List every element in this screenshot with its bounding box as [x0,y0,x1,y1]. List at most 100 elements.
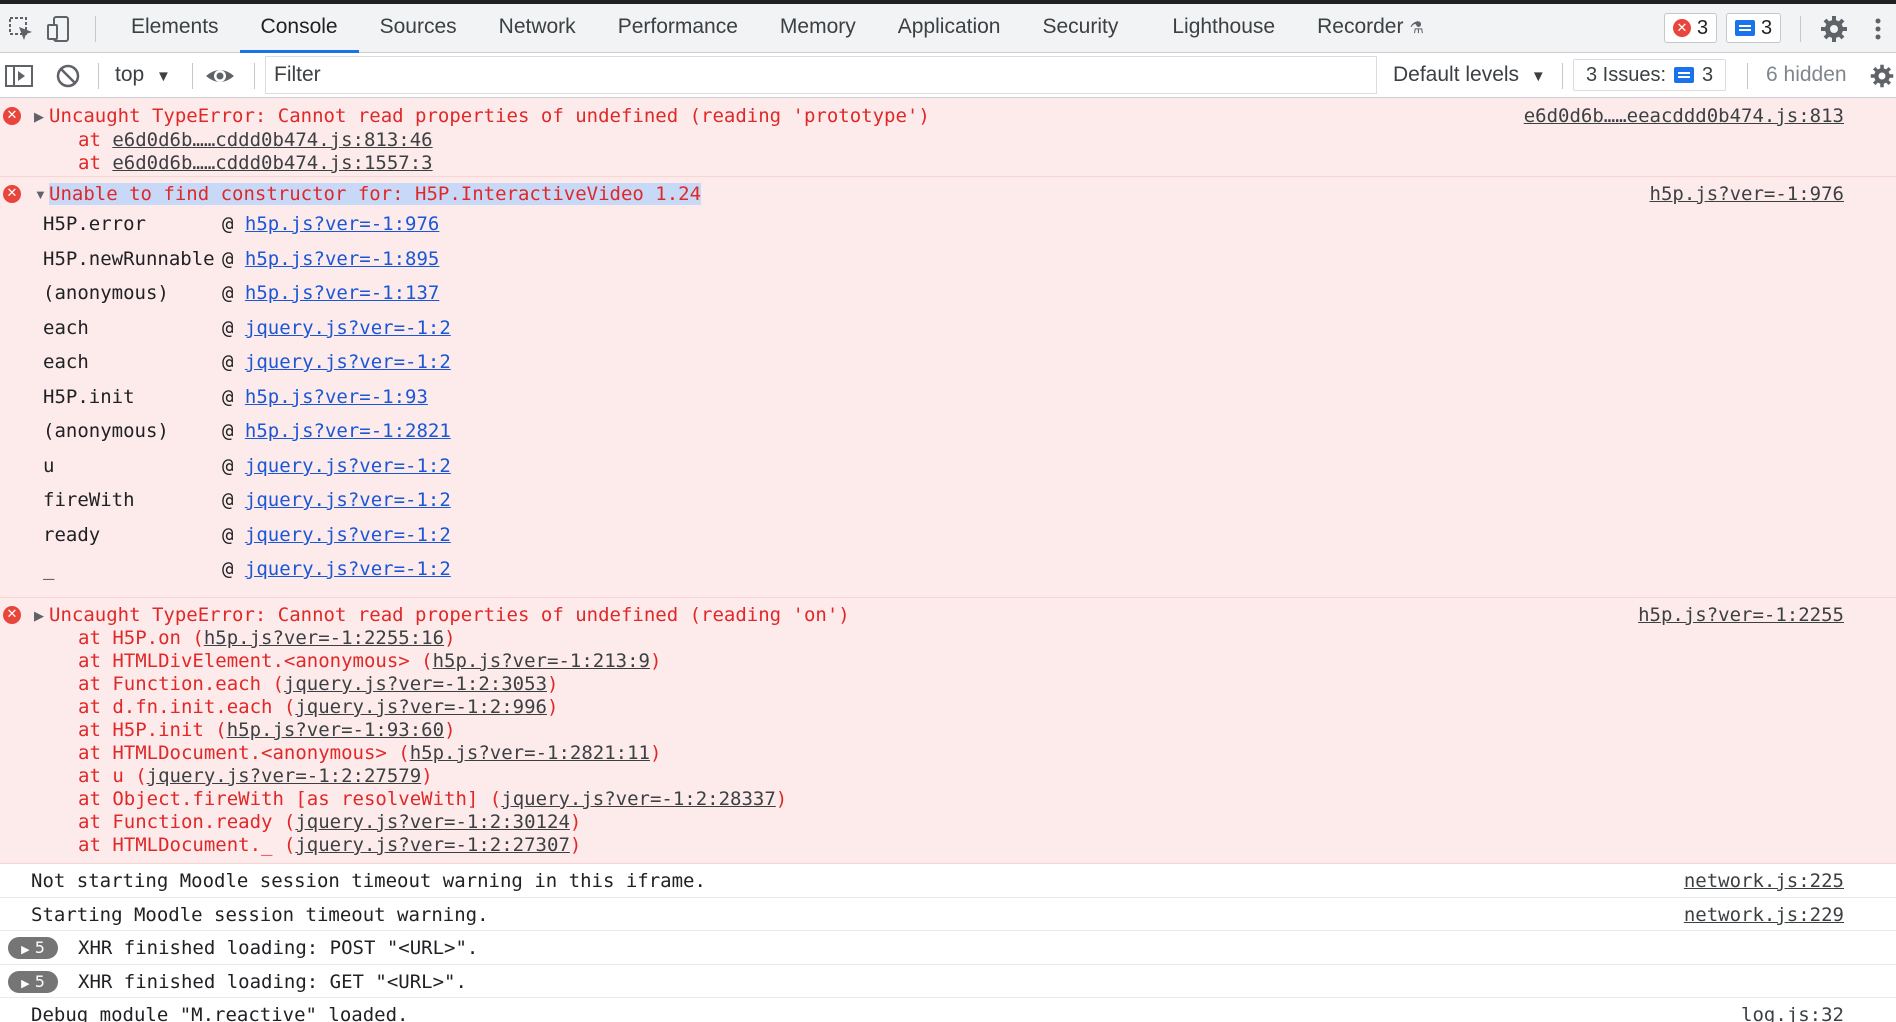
stack-function: u [43,455,55,477]
console-log-message[interactable]: Not starting Moodle session timeout warn… [0,864,1896,898]
stack-prefix: at [78,129,113,151]
tab-network[interactable]: Network [478,4,597,53]
console-error-message[interactable]: ✕ ▼ Unable to find constructor for: H5P.… [0,177,1896,598]
stack-line: at e6d0d6b……cddd0b474.js:813:46 [78,129,433,151]
source-link[interactable]: network.js:229 [1684,904,1844,926]
tab-memory[interactable]: Memory [759,4,877,53]
stack-link[interactable]: e6d0d6b……cddd0b474.js:1557:3 [112,152,432,174]
stack-link[interactable]: jquery.js?ver=-1:2 [245,558,451,580]
console-log-message[interactable]: Starting Moodle session timeout warning.… [0,898,1896,931]
stack-line: at d.fn.init.each (jquery.js?ver=-1:2:99… [78,696,558,718]
error-icon: ✕ [3,185,21,203]
stack-link[interactable]: h5p.js?ver=-1:2821 [245,420,451,442]
device-toolbar-icon[interactable] [45,14,75,44]
source-link[interactable]: network.js:225 [1684,870,1844,892]
log-levels-dropdown[interactable]: Default levels ▼ [1393,53,1546,97]
sidebar-toggle-icon[interactable] [4,61,34,91]
console-log-message[interactable]: ▶ 5 XHR finished loading: POST "<URL>". [0,931,1896,965]
stack-link[interactable]: jquery.js?ver=-1:2:27579 [147,765,422,787]
stack-location: @ h5p.js?ver=-1:2821 [222,420,451,442]
stack-prefix: at d.fn.init.each ( [78,696,296,718]
tab-console[interactable]: Console [239,4,359,53]
expand-triangle-icon: ▶ [21,943,30,956]
repeat-count-badge[interactable]: ▶ 5 [8,937,58,959]
stack-link[interactable]: h5p.js?ver=-1:137 [245,282,439,304]
console-settings-gear-icon[interactable] [1869,61,1895,91]
tab-lighthouse[interactable]: Lighthouse [1151,4,1296,53]
stack-prefix: at HTMLDocument.<anonymous> ( [78,742,410,764]
source-link[interactable]: e6d0d6b……eeacddd0b474.js:813 [1524,105,1844,127]
filter-input[interactable] [265,56,1377,94]
stack-location: @ jquery.js?ver=-1:2 [222,524,451,546]
tab-sources[interactable]: Sources [359,4,478,53]
divider [1562,63,1563,89]
console-error-message[interactable]: ✕ ▶ Uncaught TypeError: Cannot read prop… [0,598,1896,864]
source-link[interactable]: log.js:32 [1741,1004,1844,1022]
divider [192,63,193,89]
console-log-message[interactable]: ▶ 5 XHR finished loading: GET "<URL>". [0,965,1896,998]
more-options-icon[interactable] [1868,14,1888,44]
issues-button[interactable]: 3 Issues: 3 [1573,59,1727,91]
stack-link[interactable]: h5p.js?ver=-1:2255:16 [204,627,444,649]
stack-link[interactable]: h5p.js?ver=-1:93 [245,386,428,408]
panel-tabs: Elements Console Sources Network Perform… [110,4,1445,53]
stack-link[interactable]: h5p.js?ver=-1:93:60 [227,719,444,741]
tab-application[interactable]: Application [877,4,1022,53]
stack-function: H5P.error [43,213,146,235]
error-count-badge[interactable]: ✕ 3 [1664,13,1718,43]
console-log-message[interactable]: Debug module "M.reactive" loaded. log.js… [0,998,1896,1022]
source-link[interactable]: h5p.js?ver=-1:976 [1650,183,1844,205]
log-text: Not starting Moodle session timeout warn… [31,870,706,892]
repeat-count-badge[interactable]: ▶ 5 [8,971,58,993]
stack-link[interactable]: jquery.js?ver=-1:2 [245,317,451,339]
stack-function: _ [43,558,55,580]
stack-link[interactable]: jquery.js?ver=-1:2:996 [295,696,547,718]
expand-triangle-icon[interactable]: ▶ [34,608,44,624]
clear-console-icon[interactable] [53,61,83,91]
source-link[interactable]: h5p.js?ver=-1:2255 [1638,604,1844,626]
collapse-triangle-icon[interactable]: ▼ [34,187,47,202]
message-count-badge[interactable]: 3 [1726,13,1782,43]
stack-link[interactable]: jquery.js?ver=-1:2 [245,524,451,546]
stack-link[interactable]: h5p.js?ver=-1:2821:11 [410,742,650,764]
tab-recorder-label: Recorder [1317,15,1404,38]
stack-link[interactable]: e6d0d6b……cddd0b474.js:813:46 [112,129,432,151]
repeat-count: 5 [34,972,45,991]
tab-security[interactable]: Security [1021,4,1151,53]
stack-link[interactable]: jquery.js?ver=-1:2:27307 [295,834,570,856]
stack-link[interactable]: jquery.js?ver=-1:2 [245,455,451,477]
inspect-element-icon[interactable] [6,14,36,44]
eye-icon[interactable] [204,61,236,91]
console-error-message[interactable]: ✕ ▶ Uncaught TypeError: Cannot read prop… [0,98,1896,177]
log-text: XHR finished loading: GET "<URL>". [78,971,467,993]
stack-link[interactable]: jquery.js?ver=-1:2 [245,351,451,373]
tab-recorder[interactable]: Recorder ⚗ [1296,4,1445,53]
expand-triangle-icon[interactable]: ▶ [34,109,44,125]
divider [254,63,255,89]
selected-text: Unable to find constructor for: H5P.Inte… [49,183,702,205]
log-text: XHR finished loading: POST "<URL>". [78,937,479,959]
context-label: top [115,63,145,86]
stack-link[interactable]: jquery.js?ver=-1:2:30124 [295,811,570,833]
devtools-tabbar: Elements Console Sources Network Perform… [0,0,1896,53]
stack-link[interactable]: h5p.js?ver=-1:895 [245,248,439,270]
stack-location: @ jquery.js?ver=-1:2 [222,489,451,511]
tab-elements[interactable]: Elements [110,4,240,53]
error-count: 3 [1697,17,1709,39]
stack-link[interactable]: jquery.js?ver=-1:2 [245,489,451,511]
tab-performance[interactable]: Performance [597,4,759,53]
context-selector[interactable]: top ▼ [115,53,171,97]
stack-link[interactable]: h5p.js?ver=-1:213:9 [433,650,650,672]
expand-triangle-icon: ▶ [21,977,30,990]
stack-location: @ jquery.js?ver=-1:2 [222,351,451,373]
stack-suffix: ) [569,811,582,833]
stack-function: H5P.init [43,386,135,408]
stack-link[interactable]: h5p.js?ver=-1:976 [245,213,439,235]
stack-prefix: at HTMLDivElement.<anonymous> ( [78,650,433,672]
stack-link[interactable]: jquery.js?ver=-1:2:3053 [284,673,547,695]
dropdown-arrow-icon: ▼ [1530,68,1546,85]
gear-icon[interactable] [1819,14,1849,44]
stack-location: @ jquery.js?ver=-1:2 [222,558,451,580]
stack-link[interactable]: jquery.js?ver=-1:2:28337 [501,788,776,810]
stack-location: @ h5p.js?ver=-1:93 [222,386,428,408]
